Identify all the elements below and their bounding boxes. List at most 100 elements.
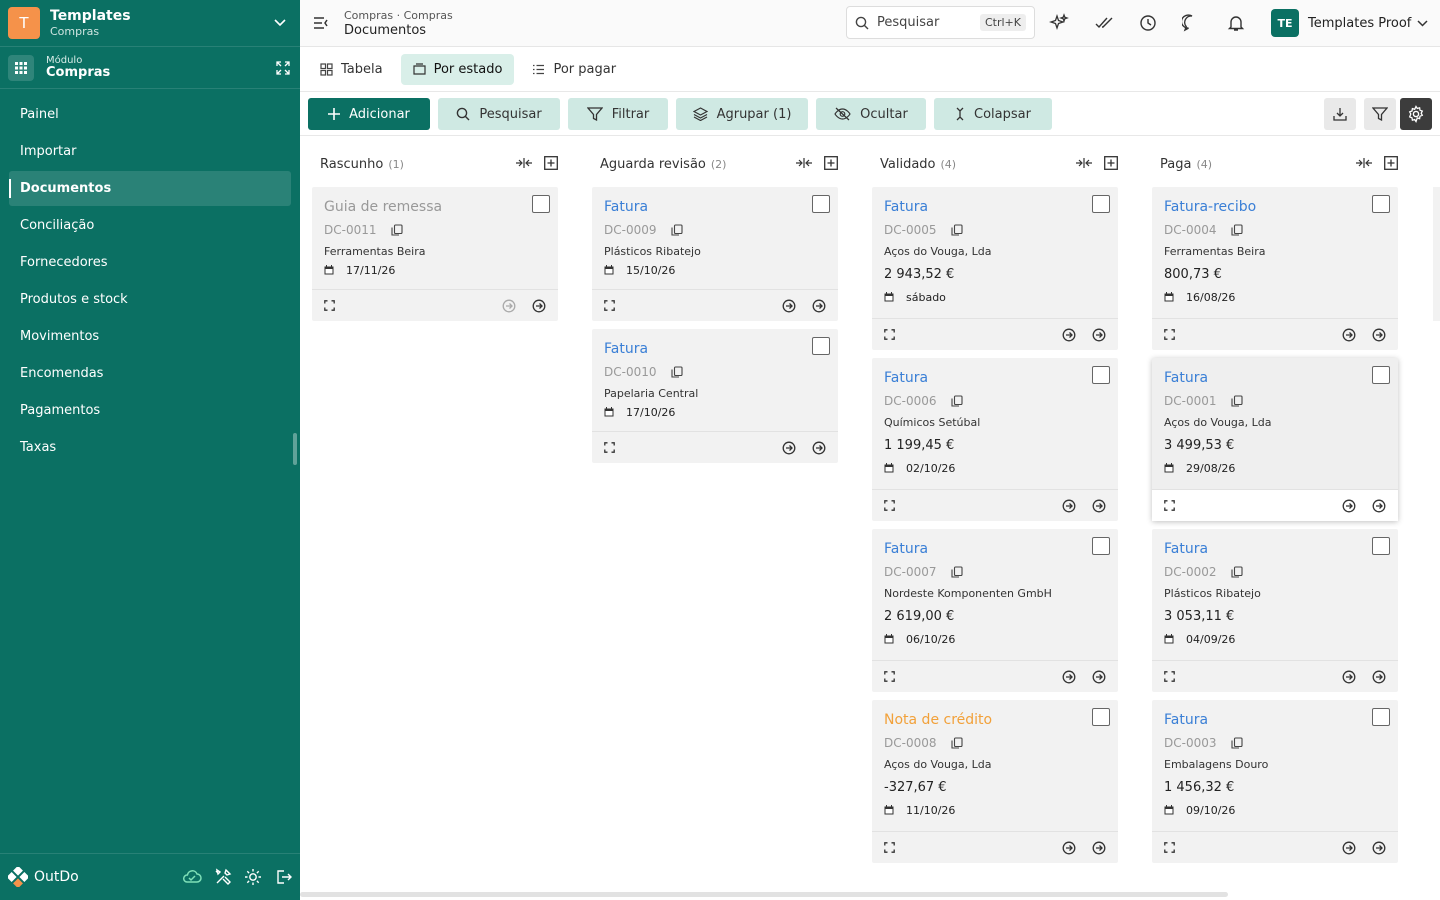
- card-checkbox[interactable]: [1372, 195, 1390, 213]
- sidebar-item-importar[interactable]: Importar: [0, 133, 300, 170]
- move-forward-icon[interactable]: [812, 441, 826, 455]
- tab-tabela[interactable]: Tabela: [308, 54, 395, 85]
- copy-icon[interactable]: [944, 565, 963, 578]
- move-forward-icon[interactable]: [1092, 328, 1106, 342]
- document-card[interactable]: Fatura DC-0009 Plásticos Ribatejo 15/10/26: [592, 187, 838, 321]
- expand-icon[interactable]: [884, 842, 895, 853]
- card-title[interactable]: Fatura: [884, 197, 1106, 217]
- copy-icon[interactable]: [664, 365, 683, 378]
- sidebar-resize-handle[interactable]: [293, 433, 297, 465]
- move-back-icon[interactable]: [1342, 328, 1356, 342]
- module-selector[interactable]: Módulo Compras: [0, 47, 300, 89]
- move-back-icon[interactable]: [502, 299, 516, 313]
- chat-bubble-icon[interactable]: [1182, 13, 1202, 33]
- card-title[interactable]: Fatura: [884, 539, 1106, 559]
- tab-por-pagar[interactable]: Por pagar: [520, 54, 628, 85]
- fold-column-icon[interactable]: [504, 158, 533, 168]
- group-button[interactable]: Agrupar (1): [676, 98, 808, 130]
- card-title[interactable]: Fatura: [1164, 539, 1386, 559]
- filter-toggle-button[interactable]: [1364, 98, 1396, 130]
- move-forward-icon[interactable]: [1372, 670, 1386, 684]
- document-card[interactable]: Fatura DC-0003 Embalagens Douro 1 456,32 € 0…: [1152, 700, 1398, 863]
- copy-icon[interactable]: [944, 736, 963, 749]
- add-card-icon[interactable]: [1373, 156, 1398, 170]
- move-back-icon[interactable]: [1342, 841, 1356, 855]
- export-button[interactable]: [1324, 98, 1356, 130]
- collapse-button[interactable]: Colapsar: [934, 98, 1052, 130]
- document-card[interactable]: Fatura DC-0001 Aços do Vouga, Lda 3 499,53 …: [1152, 358, 1398, 521]
- move-forward-icon[interactable]: [532, 299, 546, 313]
- theme-sun-icon[interactable]: [244, 868, 262, 886]
- sidebar-item-painel[interactable]: Painel: [0, 96, 300, 133]
- horizontal-scrollbar[interactable]: [300, 892, 1228, 897]
- card-checkbox[interactable]: [1092, 195, 1110, 213]
- expand-icon[interactable]: [1164, 500, 1175, 511]
- move-forward-icon[interactable]: [1092, 670, 1106, 684]
- document-card[interactable]: Guia de remessa DC-0011 Ferramentas Beira 1…: [312, 187, 558, 321]
- fold-column-icon[interactable]: [784, 158, 813, 168]
- move-forward-icon[interactable]: [1372, 499, 1386, 513]
- move-forward-icon[interactable]: [1372, 328, 1386, 342]
- move-back-icon[interactable]: [1062, 499, 1076, 513]
- settings-button[interactable]: [1400, 98, 1432, 130]
- sidebar-item-pagamentos[interactable]: Pagamentos: [0, 392, 300, 429]
- copy-icon[interactable]: [384, 223, 403, 236]
- copy-icon[interactable]: [1224, 394, 1243, 407]
- add-button[interactable]: Adicionar: [308, 98, 430, 130]
- sidebar-item-movimentos[interactable]: Movimentos: [0, 318, 300, 355]
- sidebar-item-taxas[interactable]: Taxas: [0, 429, 300, 466]
- workspace-switcher[interactable]: T Templates Compras: [0, 0, 300, 47]
- add-card-icon[interactable]: [1093, 156, 1118, 170]
- sidebar-item-documentos[interactable]: Documentos: [9, 171, 291, 206]
- filter-button[interactable]: Filtrar: [568, 98, 668, 130]
- move-back-icon[interactable]: [782, 441, 796, 455]
- search-button[interactable]: Pesquisar: [438, 98, 560, 130]
- move-back-icon[interactable]: [1062, 328, 1076, 342]
- expand-icon[interactable]: [1164, 842, 1175, 853]
- card-title[interactable]: Fatura: [884, 368, 1106, 388]
- expand-icon[interactable]: [324, 300, 335, 311]
- fold-column-icon[interactable]: [1344, 158, 1373, 168]
- document-card[interactable]: Fatura DC-0002 Plásticos Ribatejo 3 053,11 …: [1152, 529, 1398, 692]
- card-title[interactable]: Fatura: [604, 339, 826, 359]
- move-forward-icon[interactable]: [1372, 841, 1386, 855]
- move-forward-icon[interactable]: [812, 299, 826, 313]
- card-checkbox[interactable]: [1092, 537, 1110, 555]
- expand-icon[interactable]: [884, 500, 895, 511]
- copy-icon[interactable]: [1224, 565, 1243, 578]
- breadcrumb[interactable]: Compras · Compras: [344, 9, 453, 22]
- expand-icon[interactable]: [1164, 671, 1175, 682]
- card-checkbox[interactable]: [812, 337, 830, 355]
- copy-icon[interactable]: [944, 394, 963, 407]
- card-checkbox[interactable]: [1092, 708, 1110, 726]
- move-forward-icon[interactable]: [1092, 841, 1106, 855]
- expand-icon[interactable]: [604, 442, 615, 453]
- global-search[interactable]: Pesquisar Ctrl+K: [846, 6, 1035, 39]
- move-back-icon[interactable]: [1062, 670, 1076, 684]
- card-checkbox[interactable]: [812, 195, 830, 213]
- move-back-icon[interactable]: [782, 299, 796, 313]
- copy-icon[interactable]: [1224, 736, 1243, 749]
- ai-sparkle-icon[interactable]: [1049, 13, 1069, 33]
- tab-por-estado[interactable]: Por estado: [400, 53, 515, 85]
- card-checkbox[interactable]: [1372, 537, 1390, 555]
- menu-toggle-icon[interactable]: [313, 16, 329, 30]
- card-title[interactable]: Guia de remessa: [324, 197, 546, 217]
- document-card[interactable]: Fatura DC-0007 Nordeste Komponenten GmbH 2 …: [872, 529, 1118, 692]
- card-checkbox[interactable]: [1092, 366, 1110, 384]
- hide-button[interactable]: Ocultar: [816, 98, 926, 130]
- expand-icon[interactable]: [884, 329, 895, 340]
- add-card-icon[interactable]: [813, 156, 838, 170]
- move-back-icon[interactable]: [1342, 499, 1356, 513]
- copy-icon[interactable]: [1224, 223, 1243, 236]
- move-back-icon[interactable]: [1342, 670, 1356, 684]
- user-menu[interactable]: TE Templates Proof: [1271, 9, 1428, 37]
- sidebar-item-fornecedores[interactable]: Fornecedores: [0, 244, 300, 281]
- document-card[interactable]: Fatura DC-0006 Químicos Setúbal 1 199,45 € 0…: [872, 358, 1118, 521]
- move-forward-icon[interactable]: [1092, 499, 1106, 513]
- card-title[interactable]: Fatura-recibo: [1164, 197, 1386, 217]
- expand-icon[interactable]: [604, 300, 615, 311]
- done-all-icon[interactable]: [1094, 13, 1114, 33]
- cloud-sync-icon[interactable]: [182, 869, 202, 885]
- logout-icon[interactable]: [274, 868, 292, 886]
